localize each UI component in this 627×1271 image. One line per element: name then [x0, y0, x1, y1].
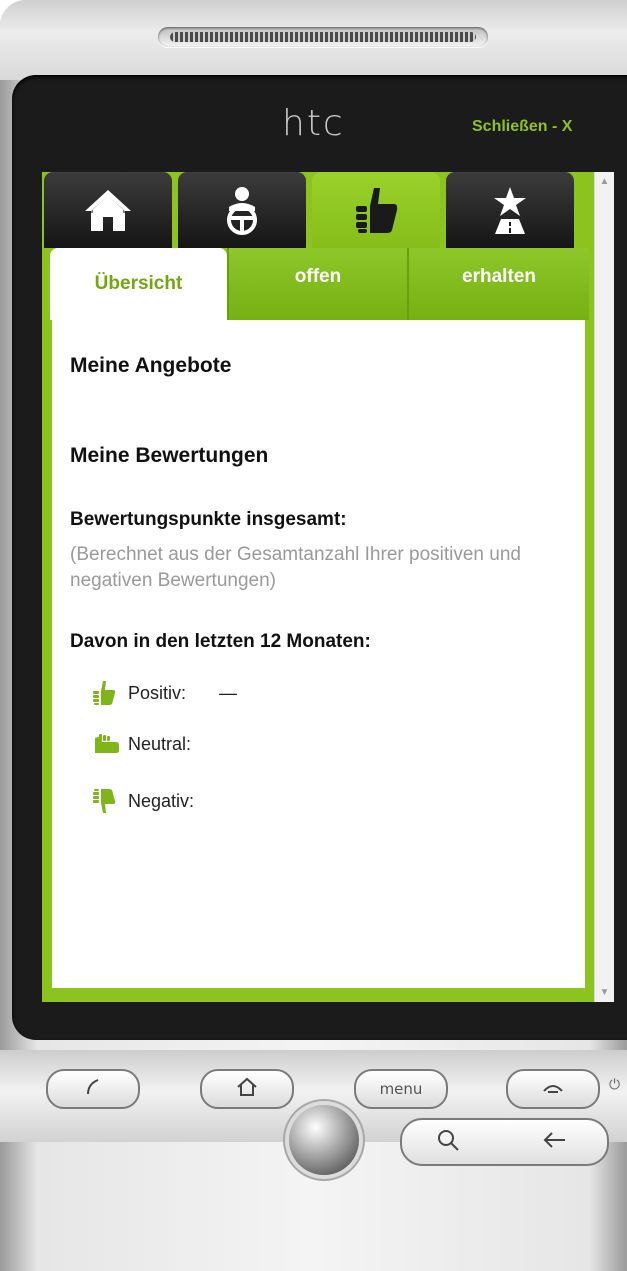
tab-open-label: offen	[294, 266, 342, 287]
thumbs-up-icon	[92, 680, 120, 706]
brand-logo: htc	[282, 103, 345, 144]
content-panel: Meine Angebote Meine Bewertungen Bewertu…	[52, 320, 585, 988]
back-icon[interactable]	[542, 1130, 568, 1155]
search-back-buttons	[400, 1118, 609, 1166]
tab-overview-label: Übersicht	[94, 273, 183, 294]
tab-ratings[interactable]	[312, 172, 440, 248]
tab-home[interactable]	[44, 172, 172, 248]
sub-tabs: Übersicht offen erhalten	[50, 248, 589, 320]
total-points-note: (Berechnet aus der Gesamtanzahl Ihrer po…	[70, 544, 521, 591]
road-star-icon	[487, 185, 533, 235]
tab-open[interactable]: offen	[227, 248, 407, 320]
trackball[interactable]	[289, 1105, 359, 1175]
power-icon: ⏻	[609, 1076, 621, 1092]
phone-icon	[82, 1076, 104, 1102]
total-points-label: Bewertungspunkte insgesamt:	[70, 509, 347, 530]
close-button[interactable]: Schließen - X	[472, 118, 572, 136]
end-call-button[interactable]	[506, 1069, 600, 1109]
thumbs-down-icon	[92, 788, 120, 814]
offers-heading: Meine Angebote	[70, 354, 232, 377]
rating-neutral-label: Neutral:	[128, 733, 192, 754]
rating-negative-label: Negativ:	[128, 790, 195, 811]
rating-positive-label: Positiv:	[128, 682, 187, 703]
tab-driver[interactable]	[178, 172, 306, 248]
tab-overview[interactable]: Übersicht	[50, 248, 227, 320]
driver-icon	[217, 185, 267, 235]
menu-button[interactable]: menu	[354, 1069, 448, 1109]
home-button[interactable]	[200, 1069, 294, 1109]
thumb-neutral-icon	[92, 731, 120, 757]
thumbs-up-icon	[354, 186, 398, 234]
scroll-up-arrow-icon[interactable]: ▲	[595, 176, 614, 187]
end-call-icon	[540, 1079, 566, 1099]
scrollbar[interactable]: ▲ ▼	[594, 172, 614, 1002]
tab-road[interactable]	[446, 172, 574, 248]
main-nav	[44, 172, 592, 248]
rating-negative-row: Negativ:	[92, 788, 227, 814]
rating-neutral-row: Neutral:	[92, 731, 224, 757]
rating-positive-row: Positiv: —	[92, 680, 237, 706]
call-button[interactable]	[46, 1069, 140, 1109]
search-icon[interactable]	[436, 1128, 462, 1159]
earpiece-speaker	[158, 27, 488, 47]
last-12-months-label: Davon in den letzten 12 Monaten:	[70, 631, 371, 652]
tab-received-label: erhalten	[462, 266, 536, 287]
menu-button-label: menu	[379, 1080, 423, 1098]
ratings-heading: Meine Bewertungen	[70, 444, 269, 467]
phone-top	[0, 0, 627, 80]
home-icon	[83, 187, 133, 233]
tab-received[interactable]: erhalten	[407, 248, 589, 320]
home-outline-icon	[235, 1076, 259, 1102]
rating-positive-value: —	[219, 682, 238, 703]
scroll-down-arrow-icon[interactable]: ▼	[595, 987, 614, 998]
